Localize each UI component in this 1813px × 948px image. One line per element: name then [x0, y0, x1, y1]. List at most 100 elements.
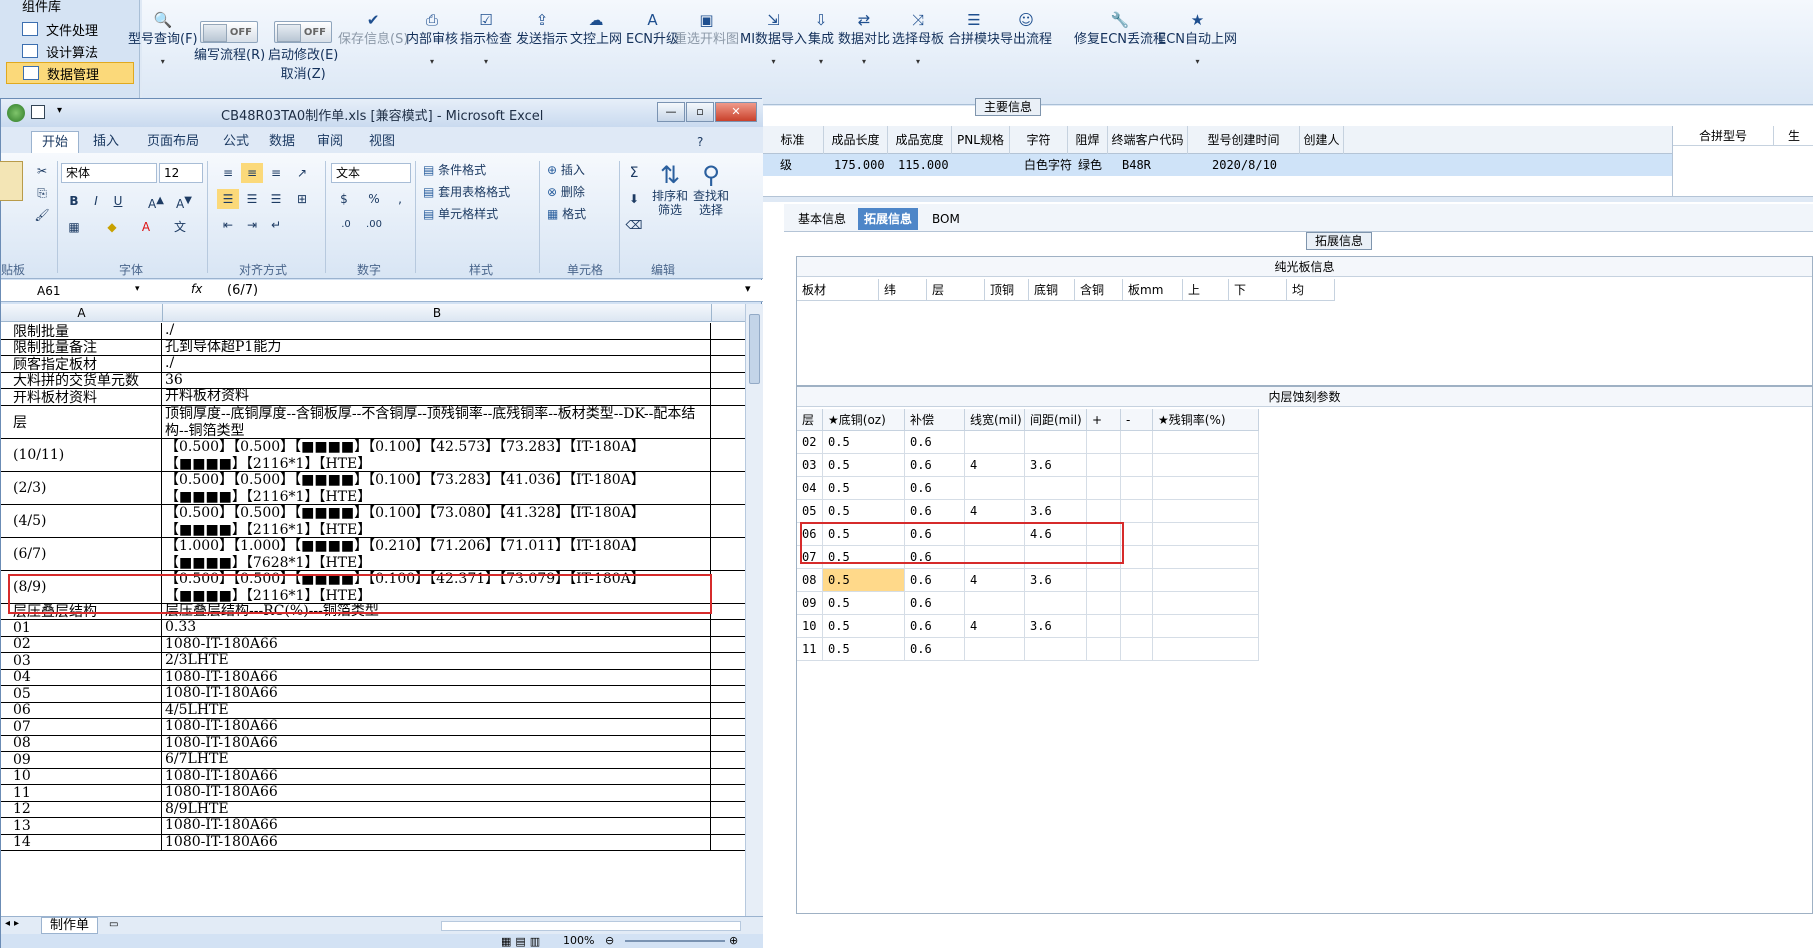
splitter[interactable]: [762, 196, 1813, 202]
ribbon-button-6[interactable]: ⇪ 发送指示: [516, 12, 568, 47]
inner-etch-cell[interactable]: [1153, 546, 1259, 569]
inner-etch-cell[interactable]: [1153, 638, 1259, 661]
cell-b[interactable]: 8/9LHTE: [163, 801, 711, 817]
inner-etch-cell[interactable]: 0.5: [823, 615, 905, 638]
sheet-nav-arrows-icon[interactable]: ◂▸: [5, 918, 23, 929]
cell-b[interactable]: 6/7LHTE: [163, 752, 711, 768]
excel-tab-0[interactable]: 开始: [31, 131, 80, 153]
cell-a[interactable]: 03: [1, 653, 162, 669]
inner-etch-cell[interactable]: 3.6: [1025, 500, 1087, 523]
ribbon-button-9[interactable]: ▣ 重选开料图: [674, 12, 739, 47]
cell-a[interactable]: 13: [1, 818, 162, 834]
inner-etch-cell[interactable]: [1121, 523, 1153, 546]
main-info-cell[interactable]: 白色字符: [1024, 154, 1072, 176]
inner-etch-cell[interactable]: [1087, 615, 1121, 638]
cell-a[interactable]: 06: [1, 702, 162, 718]
inner-etch-cell[interactable]: [1121, 500, 1153, 523]
cell-a[interactable]: 09: [1, 752, 162, 768]
cell-a[interactable]: 07: [1, 719, 162, 735]
chevron-down-icon[interactable]: ▾: [484, 57, 488, 66]
chevron-down-icon[interactable]: ▾: [161, 57, 165, 66]
inner-etch-cell[interactable]: 0.5: [823, 638, 905, 661]
column-a-header[interactable]: A: [1, 304, 163, 322]
scroll-thumb[interactable]: [749, 314, 760, 384]
inner-etch-cell[interactable]: 4: [965, 615, 1025, 638]
inner-etch-cell[interactable]: 11: [797, 638, 823, 661]
cell-b[interactable]: 1080-IT-180A66: [163, 768, 711, 784]
inner-etch-cell[interactable]: [965, 431, 1025, 454]
ribbon-button-2[interactable]: 启动修改(E) 取消(Z): [268, 44, 338, 82]
inner-etch-cell[interactable]: [1025, 638, 1087, 661]
inner-etch-cell[interactable]: 4: [965, 500, 1025, 523]
excel-tab-5[interactable]: 审阅: [317, 131, 343, 153]
inner-etch-cell[interactable]: 0.5: [823, 592, 905, 615]
tab-basic-info[interactable]: 基本信息: [792, 208, 852, 230]
office-button-icon[interactable]: [7, 104, 25, 122]
ribbon-button-11[interactable]: ⇩ 集成 ▾: [808, 12, 834, 66]
inner-etch-cell[interactable]: [1153, 615, 1259, 638]
inner-etch-cell[interactable]: [1153, 523, 1259, 546]
inner-etch-cell[interactable]: 0.6: [905, 477, 965, 500]
formula-input[interactable]: (6/7): [227, 282, 258, 300]
cell-b[interactable]: 【1.000】【1.000】【■■■■】【0.210】【71.206】【71.0…: [163, 537, 711, 570]
cell-b[interactable]: 【0.500】【0.500】【■■■■】【0.100】【42.573】【73.2…: [163, 438, 711, 471]
inner-etch-cell[interactable]: 0.6: [905, 500, 965, 523]
ribbon-button-13[interactable]: ⤨ 选择母板 ▾: [892, 12, 944, 66]
ribbon-button-0[interactable]: 🔍 型号查询(F) ▾: [128, 12, 198, 66]
main-info-cell[interactable]: 115.000: [898, 154, 949, 176]
expand-formula-icon[interactable]: ▾: [745, 282, 751, 295]
inner-etch-cell[interactable]: [1153, 454, 1259, 477]
qat-dropdown-icon[interactable]: ▾: [57, 105, 62, 116]
inner-etch-cell[interactable]: [1087, 431, 1121, 454]
ribbon-button-12[interactable]: ⇄ 数据对比 ▾: [838, 12, 890, 66]
cell-b[interactable]: 0.33: [163, 620, 711, 636]
cell-b[interactable]: 【0.500】【0.500】【■■■■】【0.100】【73.283】【41.0…: [163, 471, 711, 504]
inner-etch-cell[interactable]: [1153, 592, 1259, 615]
ribbon-button-16[interactable]: 🔧 修复ECN丢流程: [1074, 12, 1166, 47]
sidebar-item-3[interactable]: 数据管理: [6, 62, 134, 84]
cell-a[interactable]: 04: [1, 669, 162, 685]
close-button[interactable]: ✕: [715, 102, 757, 122]
horizontal-scrollbar[interactable]: [441, 921, 741, 931]
chevron-down-icon[interactable]: ▾: [916, 57, 920, 66]
toggle-switch[interactable]: OFF: [200, 21, 258, 43]
inner-etch-cell[interactable]: [1121, 431, 1153, 454]
sidebar-item-0[interactable]: 组件库: [6, 0, 134, 16]
ribbon-button-14[interactable]: ☰ 合拼模块: [948, 12, 1000, 47]
save-icon[interactable]: [31, 105, 45, 119]
cell-a[interactable]: 01: [1, 620, 162, 636]
inner-etch-cell[interactable]: [1121, 592, 1153, 615]
inner-etch-cell[interactable]: 09: [797, 592, 823, 615]
zoom-out-icon[interactable]: ⊖: [605, 934, 614, 947]
cell-a[interactable]: 顾客指定板材: [1, 356, 162, 372]
inner-etch-cell[interactable]: 0.6: [905, 431, 965, 454]
ribbon-button-17[interactable]: ★ ECN自动上网 ▾: [1158, 12, 1237, 66]
chevron-down-icon[interactable]: ▾: [862, 57, 866, 66]
inner-etch-cell[interactable]: 0.5: [823, 431, 905, 454]
inner-etch-cell[interactable]: 0.5: [823, 477, 905, 500]
cell-b[interactable]: 1080-IT-180A66: [163, 834, 711, 850]
inner-etch-cell[interactable]: 0.6: [905, 569, 965, 592]
inner-etch-cell[interactable]: 0.6: [905, 454, 965, 477]
cell-a[interactable]: 02: [1, 636, 162, 652]
inner-etch-cell[interactable]: [1087, 569, 1121, 592]
cell-b[interactable]: ./: [163, 356, 711, 372]
chevron-down-icon[interactable]: ▾: [1196, 57, 1200, 66]
inner-etch-cell[interactable]: [1121, 477, 1153, 500]
excel-tab-6[interactable]: 视图: [369, 131, 395, 153]
inner-etch-cell[interactable]: 0.6: [905, 638, 965, 661]
inner-etch-cell[interactable]: [1087, 500, 1121, 523]
inner-etch-cell[interactable]: 05: [797, 500, 823, 523]
inner-etch-cell[interactable]: 4: [965, 569, 1025, 592]
cell-a[interactable]: 开料板材资料: [1, 389, 162, 405]
view-buttons-icon[interactable]: ▦▤▥: [501, 935, 544, 948]
ribbon-button-10[interactable]: ⇲ MI数据导入 ▾: [740, 12, 807, 66]
cell-b[interactable]: 2/3LHTE: [163, 653, 711, 669]
cell-a[interactable]: 11: [1, 785, 162, 801]
excel-tab-3[interactable]: 公式: [223, 131, 249, 153]
inner-etch-cell[interactable]: [1153, 431, 1259, 454]
column-b-header[interactable]: B: [163, 304, 712, 322]
inner-etch-cell[interactable]: [965, 477, 1025, 500]
main-info-cell[interactable]: 175.000: [834, 154, 885, 176]
inner-etch-cell[interactable]: [1025, 477, 1087, 500]
